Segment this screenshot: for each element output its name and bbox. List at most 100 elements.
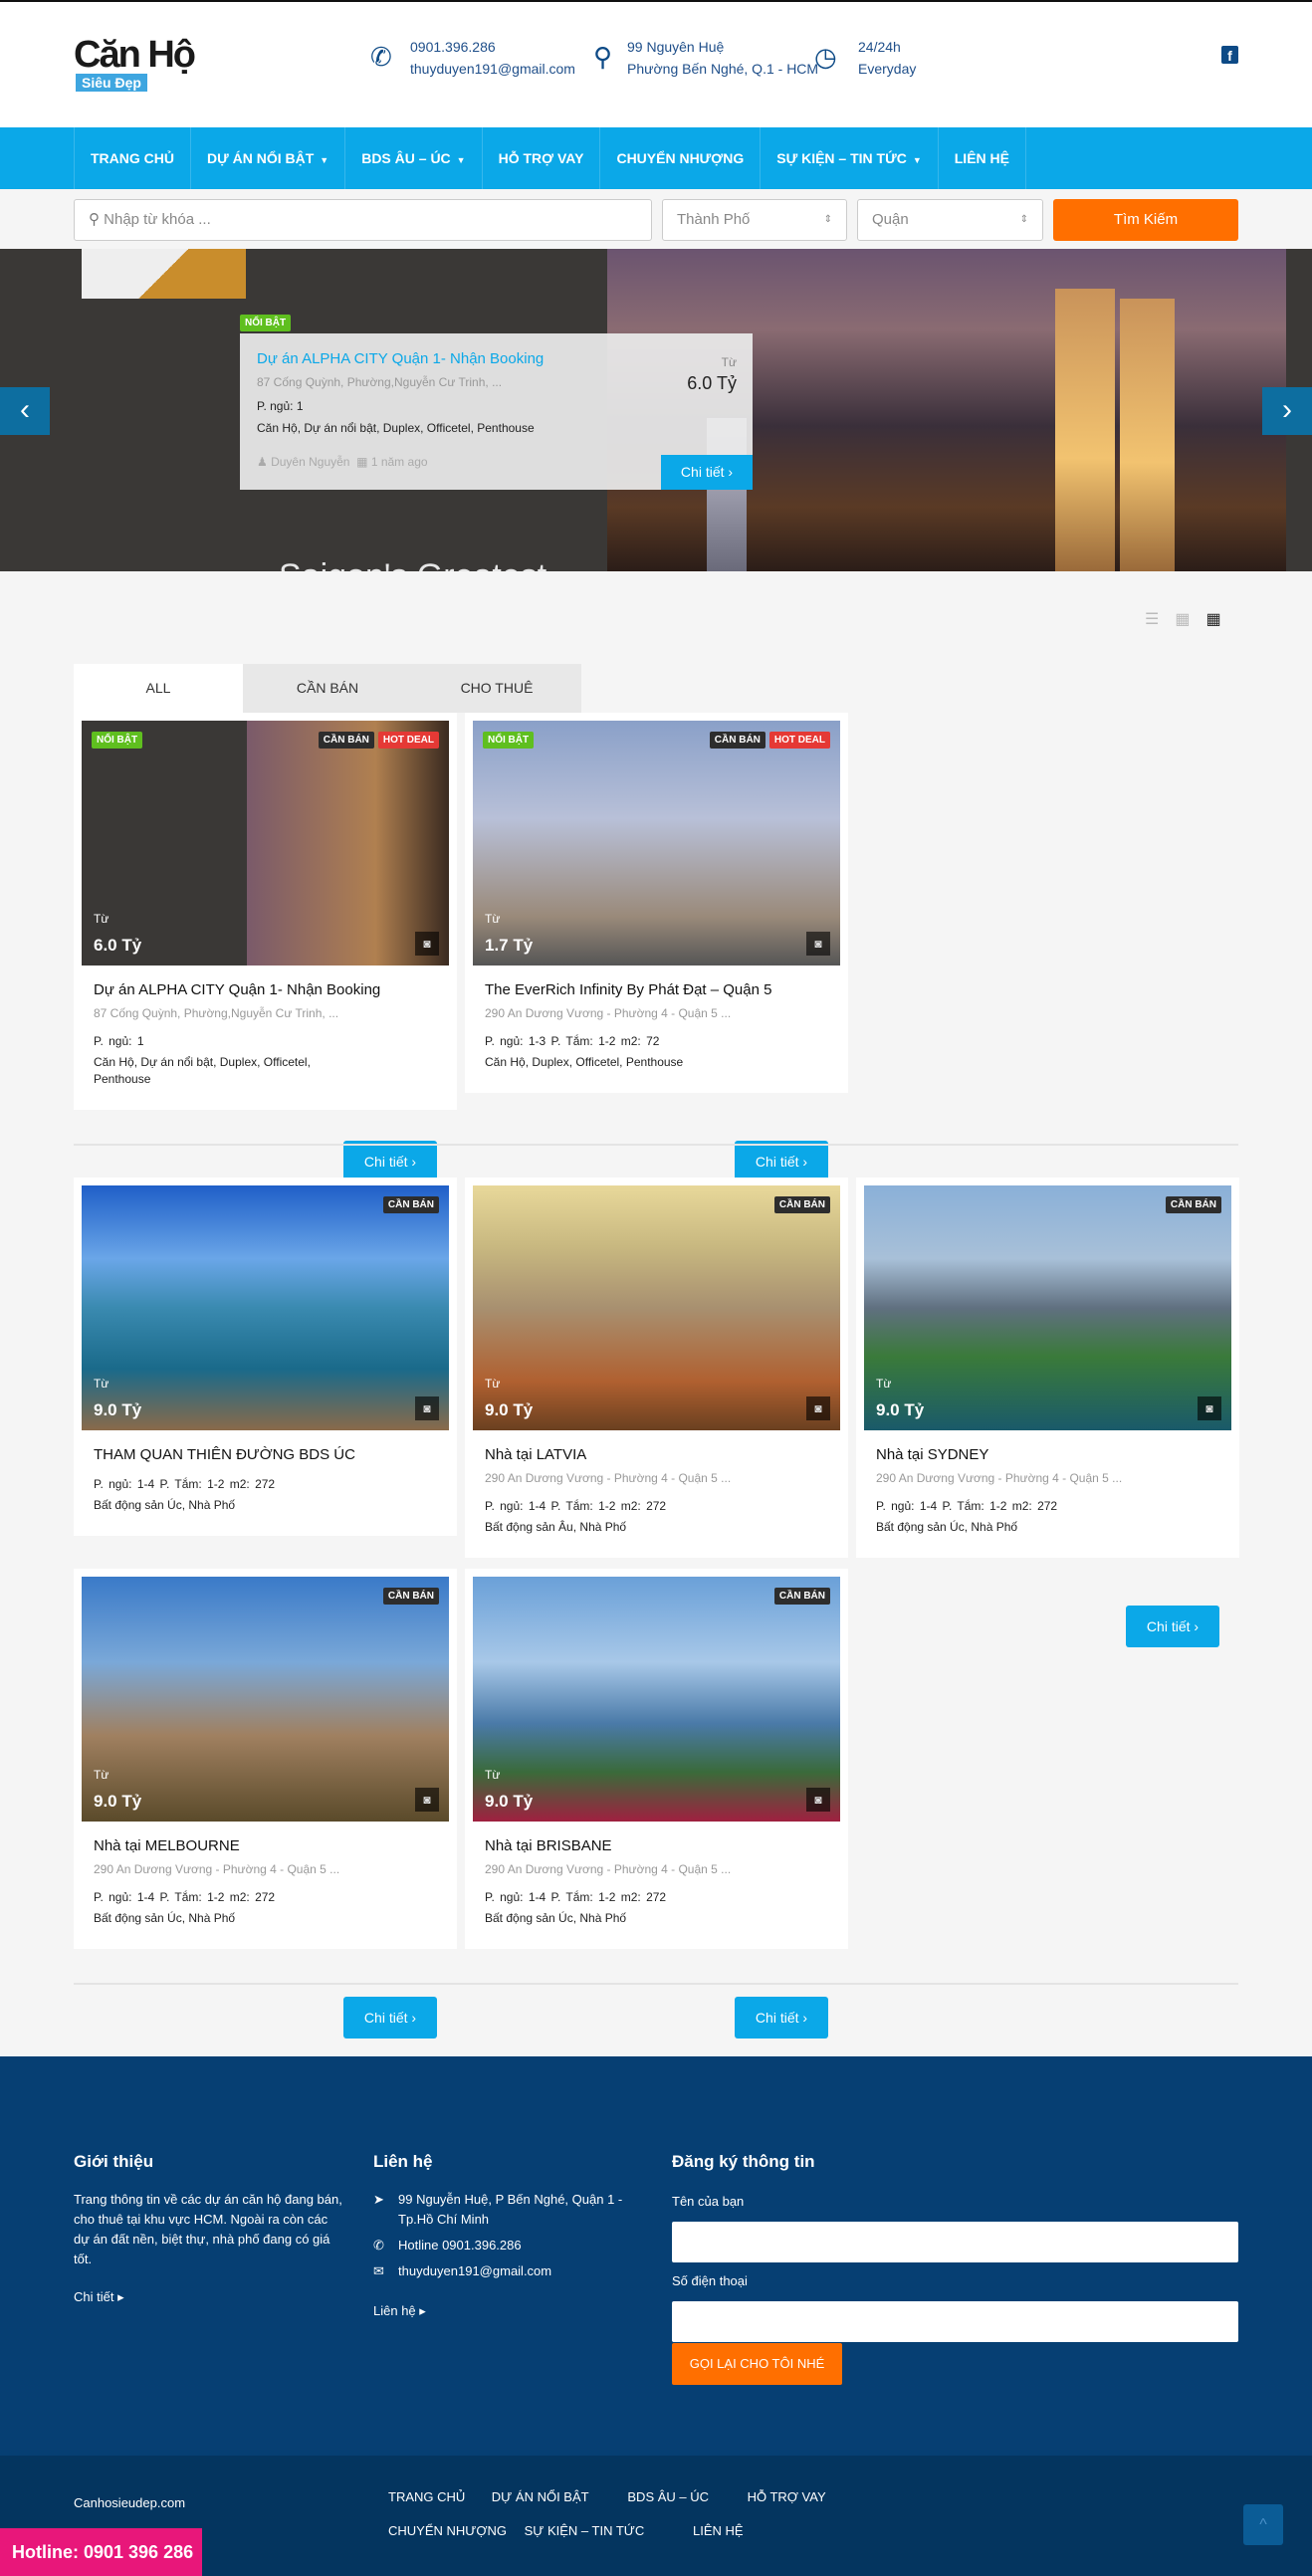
listing-title[interactable]: Dự án ALPHA CITY Quận 1- Nhận Booking xyxy=(94,981,437,998)
footer-about-title: Giới thiệu xyxy=(74,2152,154,2171)
site-header: Căn Hộ Siêu Đẹp ✆ 0901.396.286 thuyduyen1… xyxy=(0,0,1312,127)
listing-title[interactable]: THAM QUAN THIÊN ĐƯỜNG BDS ÚC xyxy=(94,1446,437,1463)
footer-nav-link[interactable]: HỖ TRỢ VAY xyxy=(748,2489,826,2504)
nav-item-label: SỰ KIỆN – TIN TỨC xyxy=(776,150,907,166)
camera-icon[interactable]: ◙ xyxy=(806,1788,830,1812)
listing-image[interactable]: CẦN BÁN Từ 9.0 Tỷ ◙ xyxy=(864,1185,1231,1430)
tab-all[interactable]: ALL xyxy=(74,664,243,713)
status-badge: CẦN BÁN xyxy=(382,1588,439,1605)
listing-image[interactable]: NỔI BẬT CẦN BÁN HOT DEAL Từ 6.0 Tỷ ◙ xyxy=(82,721,449,966)
listing-title[interactable]: Nhà tại SYDNEY xyxy=(876,1446,1219,1463)
footer-nav-link[interactable]: DỰ ÁN NỔI BẬT xyxy=(492,2489,589,2504)
search-button[interactable]: Tìm Kiếm xyxy=(1053,199,1238,241)
listing-price: 9.0 Tỷ xyxy=(94,1400,142,1419)
callback-submit-button[interactable]: GỌI LẠI CHO TÔI NHÉ xyxy=(672,2343,842,2385)
hotline-badge[interactable]: Hotline: 0901 396 286 xyxy=(0,2528,202,2576)
caret-down-icon: ▼ xyxy=(912,155,922,165)
footer-contact-link[interactable]: Liên hệ ▸ xyxy=(373,2301,426,2321)
camera-icon[interactable]: ◙ xyxy=(806,1396,830,1420)
search-icon: ⚲ xyxy=(89,211,105,228)
detail-button[interactable]: Chi tiết › xyxy=(735,1141,828,1182)
camera-icon[interactable]: ◙ xyxy=(1198,1396,1221,1420)
listing-specs: P. ngủ: 1 xyxy=(94,1034,144,1048)
listing-price: 1.7 Tỷ xyxy=(485,936,534,955)
grid-3-view-icon[interactable]: ▦ xyxy=(1205,609,1220,629)
tab-for-sale[interactable]: CẦN BÁN xyxy=(243,664,412,713)
footer-nav-link[interactable]: SỰ KIỆN – TIN TỨC xyxy=(525,2523,645,2538)
search-placeholder: Nhập từ khóa ... xyxy=(104,211,211,228)
nav-item[interactable]: SỰ KIỆN – TIN TỨC ▼ xyxy=(760,127,938,189)
footer-nav-link[interactable]: BDS ÂU – ÚC xyxy=(627,2489,709,2504)
price-prefix: Từ xyxy=(94,1768,109,1782)
featured-badge: NỔI BẬT xyxy=(240,315,292,331)
logo[interactable]: Căn Hộ xyxy=(74,34,196,77)
back-to-top-button[interactable]: ^ xyxy=(1243,2504,1283,2545)
listing-price: 9.0 Tỷ xyxy=(485,1792,534,1811)
nav-item[interactable]: TRANG CHỦ xyxy=(74,127,190,189)
featured-badge: NỔI BẬT xyxy=(92,732,143,749)
city-select-value: Thành Phố xyxy=(677,211,751,228)
hours-line-1: 24/24h xyxy=(858,39,901,55)
detail-button[interactable]: Chi tiết › xyxy=(735,1997,828,2039)
slider-next-button[interactable]: › xyxy=(1262,387,1312,435)
search-input[interactable]: ⚲ Nhập từ khóa ... xyxy=(74,199,652,241)
listing-categories: Bất động sản Úc, Nhà Phố xyxy=(876,1520,1018,1534)
phone-input[interactable] xyxy=(672,2301,1238,2342)
camera-icon[interactable]: ◙ xyxy=(806,932,830,956)
listing-specs: P. ngủ: 1-4 P. Tắm: 1-2 m2: 272 xyxy=(485,1890,667,1904)
listing-title[interactable]: Nhà tại BRISBANE xyxy=(485,1837,828,1854)
listing-image[interactable]: CẦN BÁN Từ 9.0 Tỷ ◙ xyxy=(82,1577,449,1822)
listing-address: 87 Cống Quỳnh, Phường,Nguyễn Cư Trinh, .… xyxy=(94,1006,339,1020)
listing-title[interactable]: Nhà tại MELBOURNE xyxy=(94,1837,437,1854)
detail-button[interactable]: Chi tiết › xyxy=(343,1141,437,1182)
grid-2-view-icon[interactable]: ▦ xyxy=(1175,609,1190,629)
calendar-icon: ▦ xyxy=(356,455,371,469)
camera-icon[interactable]: ◙ xyxy=(415,1396,439,1420)
footer-nav-link[interactable]: TRANG CHỦ xyxy=(388,2489,465,2504)
hero-categories: Căn Hộ, Dự án nổi bật, Duplex, Officetel… xyxy=(257,421,535,435)
district-select[interactable]: Quận ⇕ xyxy=(857,199,1043,241)
hot-deal-badge: HOT DEAL xyxy=(377,732,439,749)
camera-icon[interactable]: ◙ xyxy=(415,932,439,956)
nav-item[interactable]: BDS ÂU – ÚC ▼ xyxy=(344,127,481,189)
listing-title[interactable]: The EverRich Infinity By Phát Đạt – Quận… xyxy=(485,981,828,998)
user-icon: ♟ xyxy=(257,455,272,469)
facebook-icon[interactable]: f xyxy=(1221,46,1238,64)
listing-image[interactable]: CẦN BÁN Từ 9.0 Tỷ ◙ xyxy=(82,1185,449,1430)
listing-image[interactable]: CẦN BÁN Từ 9.0 Tỷ ◙ xyxy=(473,1185,840,1430)
detail-button[interactable]: Chi tiết › xyxy=(1126,1606,1219,1647)
hero-detail-button[interactable]: Chi tiết › xyxy=(661,455,753,490)
listing-card: NỔI BẬT CẦN BÁN HOT DEAL Từ 1.7 Tỷ ◙ The EverR… xyxy=(465,713,848,1182)
listing-title[interactable]: Nhà tại LATVIA xyxy=(485,1446,828,1463)
camera-icon[interactable]: ◙ xyxy=(415,1788,439,1812)
detail-button[interactable]: Chi tiết › xyxy=(343,1997,437,2039)
nav-item[interactable]: HỖ TRỢ VAY xyxy=(481,127,600,189)
list-view-icon[interactable]: ☰ xyxy=(1145,609,1159,629)
footer-about-link[interactable]: Chi tiết ▸ xyxy=(74,2287,124,2307)
footer-email[interactable]: thuyduyen191@gmail.com xyxy=(398,2263,551,2278)
nav-item[interactable]: LIÊN HỆ xyxy=(937,127,1026,189)
price-prefix: Từ xyxy=(876,1377,892,1391)
header-contact: 0901.396.286 thuyduyen191@gmail.com xyxy=(410,36,575,80)
listing-card: CẦN BÁN Từ 9.0 Tỷ ◙ THAM QUAN THIÊN ĐƯỜNG BD… xyxy=(74,1178,457,1627)
name-input[interactable] xyxy=(672,2222,1238,2262)
nav-item[interactable]: DỰ ÁN NỔI BẬT ▼ xyxy=(190,127,344,189)
slider-prev-button[interactable]: ‹ xyxy=(0,387,50,435)
footer-contact-title: Liên hệ xyxy=(373,2152,433,2171)
footer-nav-link[interactable]: LIÊN HỆ xyxy=(693,2523,744,2538)
status-badge: CẦN BÁN xyxy=(318,732,374,749)
listing-image[interactable]: CẦN BÁN Từ 9.0 Tỷ ◙ xyxy=(473,1577,840,1822)
footer-signup-title: Đăng ký thông tin xyxy=(672,2152,815,2171)
footer-nav-link[interactable]: CHUYỂN NHƯỢNG xyxy=(388,2523,507,2538)
listing-categories: Căn Hộ, Dự án nổi bật, Duplex, Officetel… xyxy=(94,1055,311,1086)
city-select[interactable]: Thành Phố ⇕ xyxy=(662,199,847,241)
tab-for-rent[interactable]: CHO THUÊ xyxy=(412,664,581,713)
hero-title[interactable]: Dự án ALPHA CITY Quận 1- Nhận Booking xyxy=(257,350,544,367)
listing-categories: Bất động sản Úc, Nhà Phố xyxy=(94,1911,236,1925)
phone-label: Số điện thoại xyxy=(672,2273,748,2288)
listing-image[interactable]: NỔI BẬT CẦN BÁN HOT DEAL Từ 1.7 Tỷ ◙ xyxy=(473,721,840,966)
listing-price: 9.0 Tỷ xyxy=(485,1400,534,1419)
nav-item[interactable]: CHUYỂN NHƯỢNG xyxy=(599,127,760,189)
price-prefix: Từ xyxy=(94,1377,109,1391)
status-badge: CẦN BÁN xyxy=(773,1196,830,1213)
